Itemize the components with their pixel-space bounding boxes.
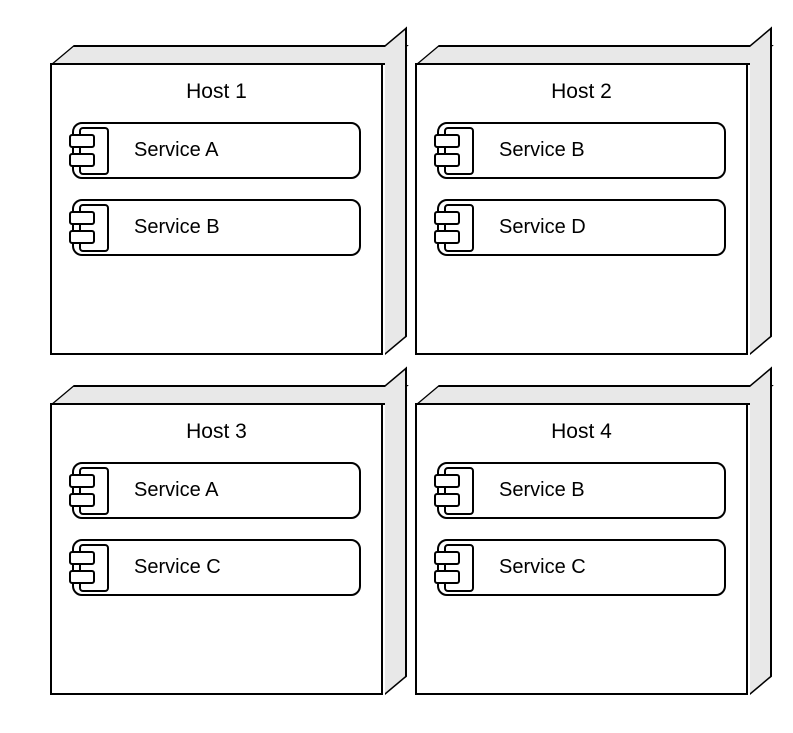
component-icon [434,467,474,515]
service-label: Service C [134,556,344,579]
service-label: Service B [499,479,709,502]
node-side-face [385,367,407,695]
node-front-face: Host 4 Service B Service C [415,403,748,695]
service-label: Service B [134,216,344,239]
node-front-face: Host 3 Service A Service C [50,403,383,695]
service-component: Service B [72,199,361,256]
service-component: Service B [437,122,726,179]
host-title: Host 4 [551,420,612,444]
host-node-3: Host 3 Service A Service C [50,385,385,695]
deployment-diagram: Host 1 Service A Service B [50,45,750,695]
node-top-face [50,385,409,405]
host-title: Host 3 [186,420,247,444]
node-side-face [750,367,772,695]
service-component: Service C [437,539,726,596]
service-label: Service B [499,139,709,162]
host-title: Host 1 [186,80,247,104]
component-icon [69,127,109,175]
service-component: Service A [72,462,361,519]
service-component: Service A [72,122,361,179]
host-title: Host 2 [551,80,612,104]
service-label: Service D [499,216,709,239]
node-front-face: Host 1 Service A Service B [50,63,383,355]
component-icon [434,127,474,175]
node-side-face [750,27,772,355]
component-icon [69,204,109,252]
component-icon [69,467,109,515]
service-component: Service D [437,199,726,256]
host-node-2: Host 2 Service B Service D [415,45,750,355]
service-label: Service C [499,556,709,579]
node-top-face [50,45,409,65]
node-top-face [415,385,774,405]
component-icon [434,544,474,592]
service-component: Service B [437,462,726,519]
node-front-face: Host 2 Service B Service D [415,63,748,355]
component-icon [69,544,109,592]
node-top-face [415,45,774,65]
host-node-4: Host 4 Service B Service C [415,385,750,695]
service-component: Service C [72,539,361,596]
service-label: Service A [134,479,344,502]
component-icon [434,204,474,252]
service-label: Service A [134,139,344,162]
host-node-1: Host 1 Service A Service B [50,45,385,355]
node-side-face [385,27,407,355]
